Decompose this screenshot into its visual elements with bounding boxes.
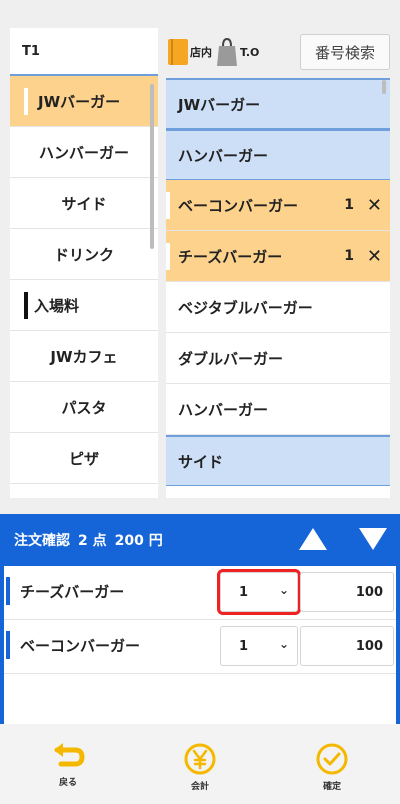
order-row: チーズバーガー 1 ⌄ 100 (4, 569, 396, 615)
item-label: ハンバーガー (178, 146, 269, 165)
item-label: ベジタブルバーガー (178, 298, 313, 317)
order-row-marker (6, 631, 10, 659)
category-panel: T1 JWバーガー ハンバーガー サイド ドリンク 入場料 JWカフェ パスタ … (10, 28, 158, 498)
item-group-side[interactable]: サイド (166, 435, 390, 486)
category-list: JWバーガー ハンバーガー サイド ドリンク 入場料 JWカフェ パスタ ピザ (10, 76, 158, 484)
order-row: ベーコンバーガー 1 ⌄ 100 (4, 623, 396, 667)
menu-header: 店内 T.O 番号検索 (166, 28, 390, 76)
quantity-value: 1 (239, 584, 249, 600)
confirm-label: 確定 (322, 782, 341, 792)
table-number: T1 (10, 28, 158, 76)
category-item-side[interactable]: サイド (10, 178, 158, 229)
order-item-name: ベーコンバーガー (20, 637, 141, 655)
divider (4, 619, 396, 620)
dine-in-label: 店内 (190, 46, 212, 59)
category-scrollbar[interactable] (150, 84, 154, 249)
remove-icon[interactable]: ✕ (367, 246, 382, 267)
item-quantity: 1 (344, 248, 354, 264)
check-circle-icon (316, 743, 348, 775)
checkout-button[interactable]: 会計 (170, 742, 230, 794)
item-label: チーズバーガー (178, 247, 283, 266)
item-group-jw-burger[interactable]: JWバーガー (166, 78, 390, 129)
chevron-down-icon: ⌄ (278, 637, 289, 651)
item-label: ベーコンバーガー (178, 196, 299, 215)
item-quantity: 1 (344, 197, 354, 213)
quantity-select[interactable]: 1 ⌄ (217, 569, 301, 615)
order-summary-bar: 注文確認 2 点 200 円 (0, 514, 400, 566)
order-row-marker (6, 577, 10, 605)
item-scrollbar[interactable] (382, 80, 386, 94)
category-item-pizza[interactable]: ピザ (10, 433, 158, 484)
order-list: チーズバーガー 1 ⌄ 100 ベーコンバーガー 1 ⌄ 100 (0, 566, 400, 724)
confirm-button[interactable]: 確定 (302, 742, 362, 794)
price-field[interactable]: 100 (300, 626, 394, 666)
checkout-label: 会計 (190, 782, 209, 792)
takeout-label: T.O (240, 45, 260, 59)
order-total: 200 円 (114, 533, 163, 549)
item-label: JWバーガー (178, 95, 261, 114)
chevron-down-icon: ⌄ (278, 583, 289, 597)
item-hamburger[interactable]: ハンバーガー (166, 384, 390, 435)
item-label: ハンバーガー (178, 400, 269, 419)
quantity-select[interactable]: 1 ⌄ (220, 626, 298, 666)
item-double-burger[interactable]: ダブルバーガー (166, 333, 390, 384)
menu-item-panel: JWバーガー ハンバーガー ベーコンバーガー 1 ✕ チーズバーガー 1 ✕ ベ… (166, 78, 390, 498)
back-button[interactable]: 戻る (38, 742, 98, 794)
category-item-admission[interactable]: 入場料 (10, 280, 158, 331)
remove-icon[interactable]: ✕ (367, 195, 382, 216)
quantity-value: 1 (239, 638, 249, 654)
item-group-hamburger[interactable]: ハンバーガー (166, 129, 390, 180)
price-field[interactable]: 100 (300, 572, 394, 612)
divider (4, 673, 396, 674)
menu-book-icon (168, 39, 188, 65)
item-label: ダブルバーガー (178, 349, 284, 368)
category-item-jw-burger[interactable]: JWバーガー (10, 76, 158, 127)
order-item-name: チーズバーガー (20, 583, 125, 601)
bottom-navigation: 戻る 会計 確定 (0, 724, 400, 804)
order-count: 2 点 (78, 533, 107, 549)
return-arrow-icon (54, 743, 85, 767)
category-item-hamburger[interactable]: ハンバーガー (10, 127, 158, 178)
order-title: 注文確認 (14, 533, 70, 549)
scroll-up-icon[interactable] (299, 528, 327, 550)
back-label: 戻る (58, 778, 77, 788)
item-vegetable-burger[interactable]: ベジタブルバーガー (166, 282, 390, 333)
category-item-pasta[interactable]: パスタ (10, 382, 158, 433)
category-item-jw-cafe[interactable]: JWカフェ (10, 331, 158, 382)
yen-icon (184, 743, 216, 775)
item-bacon-burger[interactable]: ベーコンバーガー 1 ✕ (166, 180, 390, 231)
item-cheese-burger[interactable]: チーズバーガー 1 ✕ (166, 231, 390, 282)
category-item-drink[interactable]: ドリンク (10, 229, 158, 280)
takeout-bag-icon (216, 37, 238, 67)
number-search-button[interactable]: 番号検索 (300, 34, 390, 70)
item-label: サイド (178, 452, 224, 471)
scroll-down-icon[interactable] (359, 528, 387, 550)
